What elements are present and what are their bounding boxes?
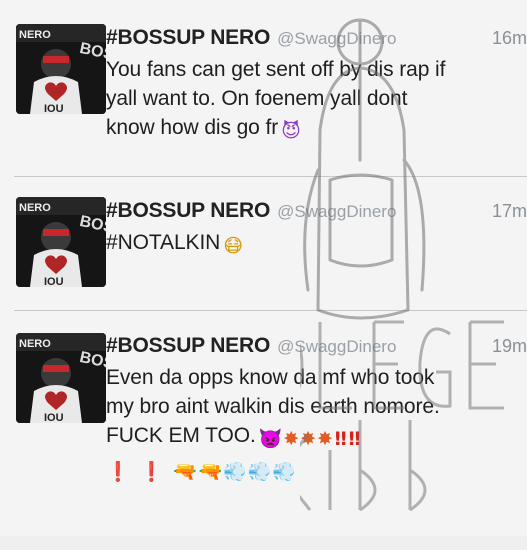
- svg-text:IOU: IOU: [44, 276, 64, 287]
- svg-text:IOU: IOU: [44, 412, 64, 423]
- angry-devil-icon: 👿: [258, 428, 283, 450]
- tweet-feed: NERO BOSS IOU #BOSSUP NERO @SwaggDinero …: [0, 0, 527, 550]
- tweet-header: #BOSSUP NERO @SwaggDinero 17m: [106, 199, 527, 225]
- tweet-text: You fans can get sent off by dis rap if …: [106, 55, 527, 146]
- profile-photo-icon: NERO BOSS IOU: [16, 197, 106, 287]
- tweet-line: Even da opps know da mf who took: [106, 366, 435, 389]
- tweet-line: FUCK EM TOO. 👿✸✸✸ ‼ ‼: [106, 421, 527, 454]
- tweet-line-text: know how dis go fr: [106, 116, 279, 139]
- profile-photo-icon: NERO BOSS IOU: [16, 333, 106, 423]
- timestamp[interactable]: 16m: [492, 28, 527, 49]
- user-name[interactable]: #BOSSUP NERO: [106, 199, 270, 223]
- tweet-line: You fans can get sent off by dis rap if: [106, 58, 446, 81]
- tweet-text: #NOTALKIN 😷: [106, 228, 527, 261]
- bottom-strip: [0, 536, 527, 550]
- dash-icon: 💨: [272, 461, 296, 483]
- double-exclamation-icon: ‼: [348, 428, 361, 450]
- tweet-header: #BOSSUP NERO @SwaggDinero 16m: [106, 26, 527, 52]
- pistol-icon: 🔫: [198, 461, 223, 483]
- collision-icon: ✸: [300, 428, 316, 450]
- collision-icon: ✸: [316, 428, 333, 450]
- profile-photo-icon: NERO BOSS IOU: [16, 24, 106, 114]
- avatar[interactable]: NERO BOSS IOU: [16, 197, 106, 287]
- svg-text:NERO: NERO: [19, 202, 51, 214]
- svg-text:IOU: IOU: [44, 103, 64, 114]
- hashtag-link[interactable]: #NOTALKIN: [106, 231, 220, 254]
- tweet-line-text: FUCK EM TOO.: [106, 424, 256, 447]
- user-handle[interactable]: @SwaggDinero: [277, 29, 396, 49]
- avatar[interactable]: NERO BOSS IOU: [16, 24, 106, 114]
- tweet-body: #BOSSUP NERO @SwaggDinero 19m Even da op…: [106, 334, 527, 487]
- double-exclamation-icon: ‼: [334, 428, 347, 450]
- tweet-line: yall want to. On foenem yall dont: [106, 87, 408, 110]
- user-name[interactable]: #BOSSUP NERO: [106, 26, 270, 50]
- divider: [14, 310, 527, 311]
- medical-mask-face-icon: 😷: [223, 235, 243, 257]
- svg-text:NERO: NERO: [19, 29, 51, 41]
- tweet-line: know how dis go fr 😈: [106, 113, 527, 146]
- divider: [14, 176, 527, 177]
- user-handle[interactable]: @SwaggDinero: [277, 202, 396, 222]
- tweet-line: ❗ ❗ 🔫 🔫💨💨💨: [104, 454, 527, 487]
- tweet-line: #NOTALKIN 😷: [106, 228, 527, 261]
- tweet-body: #BOSSUP NERO @SwaggDinero 16m You fans c…: [106, 26, 527, 146]
- avatar[interactable]: NERO BOSS IOU: [16, 333, 106, 423]
- dash-icon: 💨: [247, 461, 272, 483]
- tweet-text: Even da opps know da mf who took my bro …: [106, 363, 527, 487]
- tweet-line: my bro aint walkin dis earth nomore.: [106, 395, 440, 418]
- smiling-devil-icon: 😈: [281, 120, 301, 142]
- svg-text:NERO: NERO: [19, 338, 51, 350]
- tweet-body: #BOSSUP NERO @SwaggDinero 17m #NOTALKIN 😷: [106, 199, 527, 261]
- timestamp[interactable]: 19m: [492, 336, 527, 357]
- user-name[interactable]: #BOSSUP NERO: [106, 334, 270, 358]
- timestamp[interactable]: 17m: [492, 201, 527, 222]
- user-handle[interactable]: @SwaggDinero: [277, 337, 396, 357]
- exclamation-icon: ❗: [139, 461, 164, 483]
- dash-icon: 💨: [223, 461, 247, 483]
- exclamation-icon: ❗: [106, 461, 130, 483]
- tweet-header: #BOSSUP NERO @SwaggDinero 19m: [106, 334, 527, 360]
- collision-icon: ✸: [283, 428, 300, 450]
- pistol-icon: 🔫: [173, 461, 197, 483]
